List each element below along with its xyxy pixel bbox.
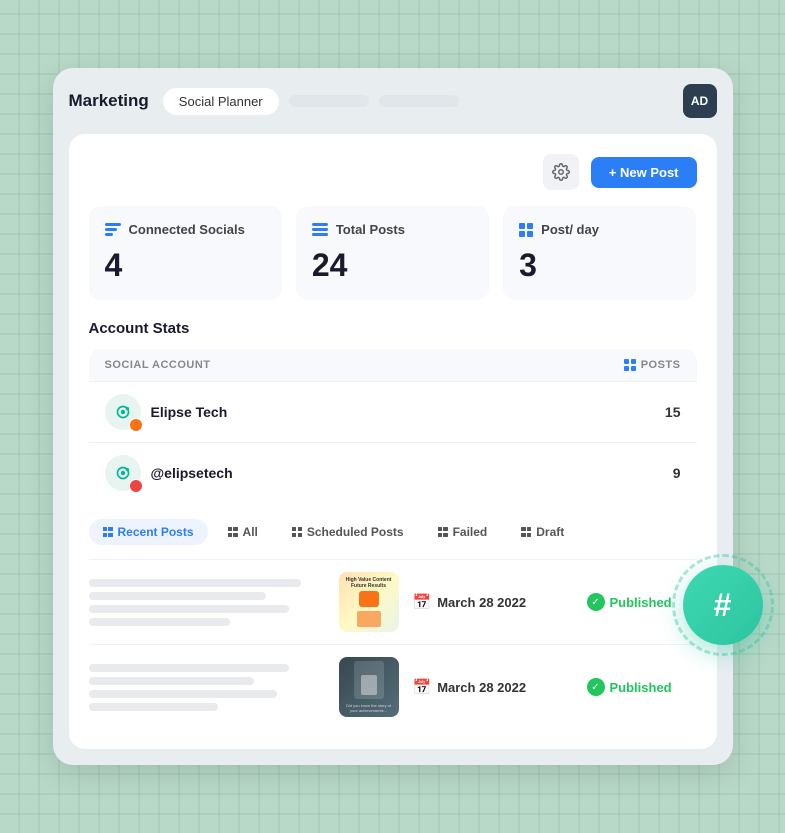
stat-label-row-1: Connected Socials bbox=[105, 222, 266, 237]
thumb-person bbox=[361, 675, 377, 695]
stat-label-row-2: Total Posts bbox=[312, 222, 473, 237]
stat-card-connected: Connected Socials 4 bbox=[89, 206, 282, 300]
tab-recent-posts[interactable]: Recent Posts bbox=[89, 519, 208, 545]
table-row: Elipse Tech 15 bbox=[89, 381, 697, 442]
stat-label-posts: Total Posts bbox=[336, 222, 405, 237]
status-check-icon-1: ✓ bbox=[587, 593, 605, 611]
main-card: Marketing Social Planner AD + New Post bbox=[53, 68, 733, 765]
calendar-icon-1: 📅 bbox=[413, 593, 432, 611]
tab-scheduled[interactable]: Scheduled Posts bbox=[278, 519, 418, 545]
top-nav: Marketing Social Planner AD bbox=[69, 84, 717, 118]
post-line bbox=[89, 592, 266, 600]
post-count-1: 15 bbox=[665, 404, 681, 420]
post-row-2: Did you know the story of your achieveme… bbox=[89, 644, 697, 729]
nav-title: Marketing bbox=[69, 91, 149, 111]
stat-label-perday: Post/ day bbox=[541, 222, 599, 237]
post-status-2: ✓ Published bbox=[587, 678, 697, 696]
tabs-row: Recent Posts All Scheduled Posts Failed … bbox=[89, 519, 697, 545]
user-avatar[interactable]: AD bbox=[683, 84, 717, 118]
tab-label-scheduled: Scheduled Posts bbox=[307, 525, 404, 539]
stat-label-row-3: Post/ day bbox=[519, 222, 680, 237]
nav-tab-1 bbox=[289, 95, 369, 107]
thumb-shape bbox=[359, 591, 379, 607]
account-info-2: @elipsetech bbox=[105, 455, 233, 491]
tab-failed[interactable]: Failed bbox=[424, 519, 502, 545]
gear-icon bbox=[552, 163, 570, 181]
post-line bbox=[89, 664, 290, 672]
table-row: @elipsetech 9 bbox=[89, 442, 697, 503]
account-avatar-1 bbox=[105, 394, 141, 430]
tab-label-failed: Failed bbox=[453, 525, 488, 539]
account-name-1: Elipse Tech bbox=[151, 404, 228, 420]
post-date-1: March 28 2022 bbox=[437, 595, 526, 610]
thumb-content-2: Did you know the story of your achieveme… bbox=[339, 657, 399, 717]
post-text-lines-2 bbox=[89, 664, 325, 711]
post-line bbox=[89, 579, 301, 587]
stat-card-posts: Total Posts 24 bbox=[296, 206, 489, 300]
tab-dot-icon-2 bbox=[228, 527, 238, 537]
post-thumbnail-2: Did you know the story of your achieveme… bbox=[339, 657, 399, 717]
header-row: + New Post bbox=[89, 154, 697, 190]
status-check-icon-2: ✓ bbox=[587, 678, 605, 696]
stat-value-connected: 4 bbox=[105, 247, 266, 284]
post-date-row-2: 📅 March 28 2022 bbox=[413, 678, 573, 696]
nav-tab-2 bbox=[379, 95, 459, 107]
tab-label-recent: Recent Posts bbox=[118, 525, 194, 539]
calendar-icon-2: 📅 bbox=[413, 678, 432, 696]
new-post-button[interactable]: + New Post bbox=[591, 157, 697, 188]
stack-icon bbox=[105, 223, 121, 236]
tab-all[interactable]: All bbox=[214, 519, 272, 545]
stats-row: Connected Socials 4 Total Posts 24 bbox=[89, 206, 697, 300]
thumb-text: High Value Content Future Results bbox=[343, 577, 395, 589]
thumb-caption: Did you know the story of your achieveme… bbox=[343, 703, 395, 713]
hashtag-symbol: # bbox=[714, 587, 732, 624]
tab-dot-icon-3 bbox=[292, 527, 302, 537]
tab-dot-icon bbox=[103, 527, 113, 537]
post-line bbox=[89, 703, 219, 711]
thumb-figure bbox=[357, 611, 381, 627]
hashtag-bubble: # bbox=[683, 565, 763, 645]
tab-draft[interactable]: Draft bbox=[507, 519, 578, 545]
table-header: SOCIAL ACCOUNT POSTS bbox=[89, 349, 697, 381]
post-thumbnail-1: High Value Content Future Results bbox=[339, 572, 399, 632]
grid-icon bbox=[519, 223, 533, 237]
inner-card: + New Post Connected Socials 4 bbox=[69, 134, 717, 749]
stat-card-perday: Post/ day 3 bbox=[503, 206, 696, 300]
tab-dot-icon-5 bbox=[521, 527, 531, 537]
stat-label-connected: Connected Socials bbox=[129, 222, 245, 237]
post-date-row-1: 📅 March 28 2022 bbox=[413, 593, 573, 611]
post-date-2: March 28 2022 bbox=[437, 680, 526, 695]
post-status-label-2: Published bbox=[610, 680, 672, 695]
col-posts-label: POSTS bbox=[624, 359, 681, 371]
lines-icon bbox=[312, 223, 328, 236]
posts-grid-icon bbox=[624, 359, 636, 371]
account-stats-title: Account Stats bbox=[89, 320, 697, 337]
account-name-2: @elipsetech bbox=[151, 465, 233, 481]
stat-value-posts: 24 bbox=[312, 247, 473, 284]
settings-button[interactable] bbox=[543, 154, 579, 190]
post-row-1: High Value Content Future Results 📅 Marc… bbox=[89, 559, 697, 644]
post-line bbox=[89, 605, 290, 613]
avatar-badge-2 bbox=[129, 479, 143, 493]
tab-label-draft: Draft bbox=[536, 525, 564, 539]
tab-dot-icon-4 bbox=[438, 527, 448, 537]
post-line bbox=[89, 677, 254, 685]
account-avatar-2 bbox=[105, 455, 141, 491]
thumb-content-1: High Value Content Future Results bbox=[339, 572, 399, 632]
tab-label-all: All bbox=[243, 525, 258, 539]
account-stats-table: SOCIAL ACCOUNT POSTS bbox=[89, 349, 697, 503]
col-social-label: SOCIAL ACCOUNT bbox=[105, 359, 211, 371]
post-line bbox=[89, 690, 278, 698]
account-info-1: Elipse Tech bbox=[105, 394, 228, 430]
nav-tab-active[interactable]: Social Planner bbox=[163, 88, 279, 115]
avatar-badge-1 bbox=[129, 418, 143, 432]
stat-value-perday: 3 bbox=[519, 247, 680, 284]
post-status-label-1: Published bbox=[610, 595, 672, 610]
thumb-figure-2 bbox=[354, 661, 384, 699]
post-line bbox=[89, 618, 231, 626]
post-text-lines-1 bbox=[89, 579, 325, 626]
post-count-2: 9 bbox=[673, 465, 681, 481]
